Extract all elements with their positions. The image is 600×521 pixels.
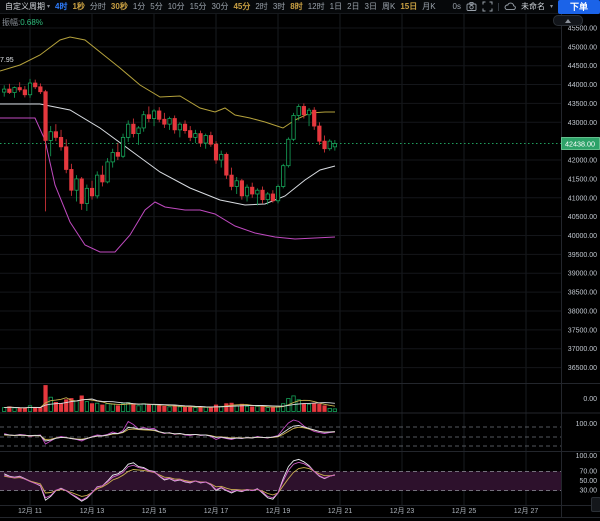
timeframe-1日[interactable]: 1日 [330, 0, 342, 14]
chevron-down-icon: ▾ [550, 4, 553, 10]
timeframe-8时[interactable]: 8时 [290, 0, 302, 14]
date-axis-labels: 12月 11 12月 13 12月 15 12月 17 12月 19 12月 21 12月 … [18, 507, 538, 515]
volume-bars [3, 386, 337, 412]
timeframe-月K[interactable]: 月K [422, 0, 435, 14]
left-price-fragment: 7.95 [0, 57, 14, 64]
chart-canvas[interactable]: 45500.00 45000.00 44500.00 44000.00 43500.00… [0, 0, 600, 521]
svg-text:12月 21: 12月 21 [328, 507, 353, 515]
amplitude-readout: 振幅:0.68% [2, 17, 43, 28]
fullscreen-icon[interactable] [482, 1, 493, 12]
svg-text:70.00: 70.00 [579, 469, 597, 476]
timeframe-3日[interactable]: 3日 [365, 0, 377, 14]
timeframe-1秒[interactable]: 1秒 [72, 0, 84, 14]
svg-text:12月 11: 12月 11 [18, 507, 42, 515]
svg-text:45000.00: 45000.00 [568, 44, 597, 51]
svg-text:12月 13: 12月 13 [80, 507, 105, 515]
place-order-button[interactable]: 下单 [558, 0, 600, 14]
price-axis-labels: 45500.00 45000.00 44500.00 44000.00 43500.00… [568, 25, 597, 372]
screenshot-camera-icon[interactable] [466, 1, 477, 12]
bollinger-bands [0, 37, 335, 252]
timeframe-分时[interactable]: 分时 [90, 0, 106, 14]
cloud-save-icon[interactable] [504, 1, 516, 12]
timeframe-2日[interactable]: 2日 [347, 0, 359, 14]
svg-text:12月 19: 12月 19 [266, 507, 291, 515]
timeframe-15日[interactable]: 15日 [400, 0, 417, 14]
timeframe-15分[interactable]: 15分 [190, 0, 207, 14]
svg-text:39000.00: 39000.00 [568, 271, 597, 278]
svg-text:12月 23: 12月 23 [390, 507, 415, 515]
timeframe-tabs: 4时 1秒分时 30秒 1分 5分 10分 15分 30分 45分 2时 3时 8时 12时 1日 2日 3日… [55, 0, 436, 14]
candle-countdown: 0s [453, 2, 461, 11]
svg-text:30.00: 30.00 [579, 488, 597, 495]
timeframe-4时[interactable]: 4时 [55, 0, 67, 14]
toolbar-right: 0s 未命名 ▾ 下单 [453, 0, 600, 14]
svg-text:36500.00: 36500.00 [568, 365, 597, 372]
toolbar: 自定义周期 ▾ 4时 1秒分时 30秒 1分 5分 10分 15分 30分 45分 2时 3时 8时 1… [0, 0, 600, 14]
svg-text:43000.00: 43000.00 [568, 120, 597, 127]
svg-text:44500.00: 44500.00 [568, 63, 597, 70]
trading-app: 自定义周期 ▾ 4时 1秒分时 30秒 1分 5分 10分 15分 30分 45分 2时 3时 8时 1… [0, 0, 600, 521]
timeframe-12时[interactable]: 12时 [308, 0, 325, 14]
svg-text:38500.00: 38500.00 [568, 290, 597, 297]
timeframe-周K[interactable]: 周K [382, 0, 395, 14]
svg-text:40000.00: 40000.00 [568, 233, 597, 240]
svg-text:0.00: 0.00 [583, 396, 597, 403]
svg-text:12月 17: 12月 17 [204, 507, 229, 515]
grid [0, 14, 562, 505]
mid-axis-label: 100.00 [576, 421, 598, 428]
workspace-name[interactable]: 未命名 [521, 1, 545, 12]
timeframe-5分[interactable]: 5分 [150, 0, 162, 14]
svg-text:37000.00: 37000.00 [568, 346, 597, 353]
timeframe-30秒[interactable]: 30秒 [111, 0, 128, 14]
timeframe-30分[interactable]: 30分 [212, 0, 229, 14]
timeframe-45分[interactable]: 45分 [233, 0, 250, 14]
svg-text:42000.00: 42000.00 [568, 158, 597, 165]
axis-drag-handle[interactable] [591, 497, 600, 512]
custom-period-dropdown[interactable]: 自定义周期 ▾ [5, 1, 50, 12]
amplitude-label: 振幅: [2, 18, 20, 27]
last-price-badge: 42438.00 [562, 138, 600, 150]
collapse-toolbar-button[interactable] [553, 15, 583, 26]
timeframe-3时[interactable]: 3时 [273, 0, 285, 14]
custom-period-label: 自定义周期 [5, 1, 45, 12]
toolbar-divider [498, 3, 499, 11]
svg-text:40500.00: 40500.00 [568, 214, 597, 221]
timeframe-1分[interactable]: 1分 [133, 0, 145, 14]
svg-text:42438.00: 42438.00 [565, 140, 595, 149]
svg-text:100.00: 100.00 [576, 453, 598, 460]
candles [3, 79, 337, 211]
svg-text:38000.00: 38000.00 [568, 308, 597, 315]
amplitude-value: 0.68% [20, 18, 43, 27]
svg-text:12月 25: 12月 25 [452, 507, 477, 515]
svg-text:39500.00: 39500.00 [568, 252, 597, 259]
svg-text:100.00: 100.00 [576, 421, 598, 428]
kdj-axis-labels: 100.00 70.00 50.00 30.00 [576, 453, 598, 495]
svg-text:12月 15: 12月 15 [142, 507, 167, 515]
mid-indicator [4, 420, 335, 444]
timeframe-10分[interactable]: 10分 [168, 0, 185, 14]
timeframe-2时[interactable]: 2时 [255, 0, 267, 14]
panel-separators [0, 14, 600, 518]
svg-text:12月 27: 12月 27 [514, 507, 539, 515]
svg-text:50.00: 50.00 [579, 478, 597, 485]
chevron-down-icon: ▾ [47, 4, 50, 10]
svg-text:41000.00: 41000.00 [568, 195, 597, 202]
volume-axis-label: 0.00 [583, 396, 597, 403]
svg-text:37500.00: 37500.00 [568, 327, 597, 334]
svg-text:44000.00: 44000.00 [568, 82, 597, 89]
svg-text:45500.00: 45500.00 [568, 25, 597, 32]
svg-text:43500.00: 43500.00 [568, 101, 597, 108]
svg-text:41500.00: 41500.00 [568, 176, 597, 183]
